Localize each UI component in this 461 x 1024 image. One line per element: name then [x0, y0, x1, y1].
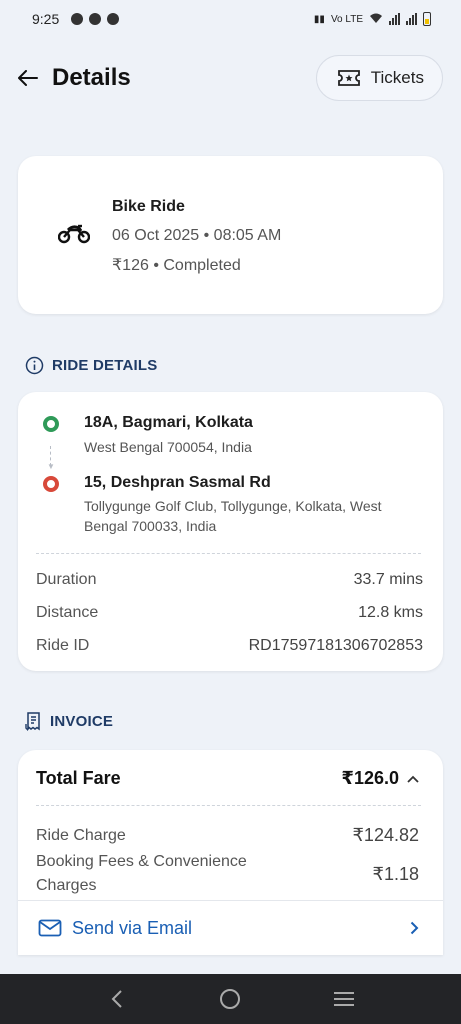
back-button[interactable] — [18, 68, 38, 88]
duration-label: Duration — [36, 571, 97, 588]
divider — [36, 553, 421, 554]
ride-id-row: Ride ID RD17597181306702853 — [36, 637, 423, 655]
ride-details-label: RIDE DETAILS — [52, 357, 158, 374]
ticket-icon — [337, 70, 360, 86]
ride-charge-row: Ride Charge ₹124.82 — [36, 825, 419, 846]
status-bar: 9:25 ▮▮ Vo LTE — [0, 0, 461, 38]
incognito-icon — [107, 13, 120, 25]
info-icon — [25, 356, 44, 375]
pickup-address: West Bengal 700054, India — [84, 439, 252, 455]
booking-fees-value: ₹1.18 — [372, 863, 420, 884]
drop-address: Tollygunge Golf Club, Tollygunge, Kolkat… — [84, 498, 382, 534]
total-fare-row[interactable]: Total Fare ₹126.0 — [36, 768, 419, 789]
chevron-right-icon — [410, 921, 419, 935]
drop-dot-icon — [43, 476, 59, 492]
whatsapp-icon — [89, 13, 102, 25]
ride-datetime: 06 Oct 2025 • 08:05 AM — [112, 227, 282, 244]
send-via-email-label: Send via Email — [72, 917, 193, 938]
chevron-down-icon: ▼ — [47, 462, 55, 471]
ride-details-card: ▼ 18A, Bagmari, Kolkata West Bengal 7000… — [18, 392, 443, 671]
distance-label: Distance — [36, 604, 99, 621]
duration-row: Duration 33.7 mins — [36, 571, 423, 589]
nav-home-button[interactable] — [210, 979, 250, 1019]
ride-id-value: RD17597181306702853 — [248, 637, 423, 654]
invoice-card: Total Fare ₹126.0 Ride Charge ₹124.82 Bo… — [18, 750, 443, 955]
send-via-email-button[interactable]: Send via Email — [18, 900, 443, 955]
bike-icon — [58, 224, 90, 244]
header: Details Tickets — [0, 52, 461, 104]
nav-menu-icon — [334, 992, 355, 1006]
nav-recents-button[interactable] — [324, 979, 364, 1019]
wifi-icon — [369, 12, 383, 27]
page-title: Details — [52, 64, 131, 91]
mail-icon — [38, 919, 62, 937]
nav-home-icon — [220, 989, 241, 1009]
nav-back-icon — [111, 990, 122, 1008]
battery-icon — [423, 12, 431, 26]
chevron-up-icon[interactable] — [407, 775, 419, 783]
tickets-label: Tickets — [370, 68, 424, 87]
pickup-dot-icon — [43, 416, 59, 432]
tickets-button[interactable]: Tickets — [315, 55, 443, 101]
receipt-icon — [25, 712, 40, 731]
drop-title: 15, Deshpran Sasmal Rd — [84, 474, 271, 491]
invoice-heading: INVOICE — [25, 712, 113, 731]
back-arrow-icon — [18, 70, 38, 86]
signal-icon — [389, 13, 400, 25]
status-time: 9:25 — [32, 11, 60, 27]
vibrate-icon: ▮▮ — [313, 13, 325, 25]
distance-value: 12.8 kms — [358, 604, 423, 621]
pickup-title: 18A, Bagmari, Kolkata — [84, 414, 253, 431]
ride-charge-label: Ride Charge — [36, 826, 126, 844]
ride-charge-value: ₹124.82 — [352, 825, 419, 845]
total-fare-label: Total Fare — [36, 768, 121, 788]
invoice-label: INVOICE — [50, 713, 114, 730]
booking-fees-label: Booking Fees & Convenience Charges — [36, 853, 247, 894]
distance-row: Distance 12.8 kms — [36, 604, 423, 622]
booking-fees-row: Booking Fees & Convenience Charges ₹1.18 — [36, 850, 419, 898]
ride-details-heading: RIDE DETAILS — [25, 356, 157, 375]
ride-title: Bike Ride — [112, 198, 185, 215]
ride-fare-status: ₹126 • Completed — [112, 257, 241, 274]
total-fare-value: ₹126.0 — [341, 768, 399, 788]
network-label: Vo LTE — [330, 13, 363, 25]
nav-back-button[interactable] — [97, 979, 137, 1019]
notification-icons — [71, 13, 120, 25]
system-nav-bar — [0, 974, 461, 1024]
duration-value: 33.7 mins — [353, 571, 423, 588]
signal-icon-2 — [406, 13, 417, 25]
ride-summary-card: Bike Ride 06 Oct 2025 • 08:05 AM ₹126 • … — [18, 156, 443, 314]
ride-id-label: Ride ID — [36, 637, 90, 654]
snapchat-icon — [71, 13, 84, 25]
divider — [36, 805, 421, 806]
